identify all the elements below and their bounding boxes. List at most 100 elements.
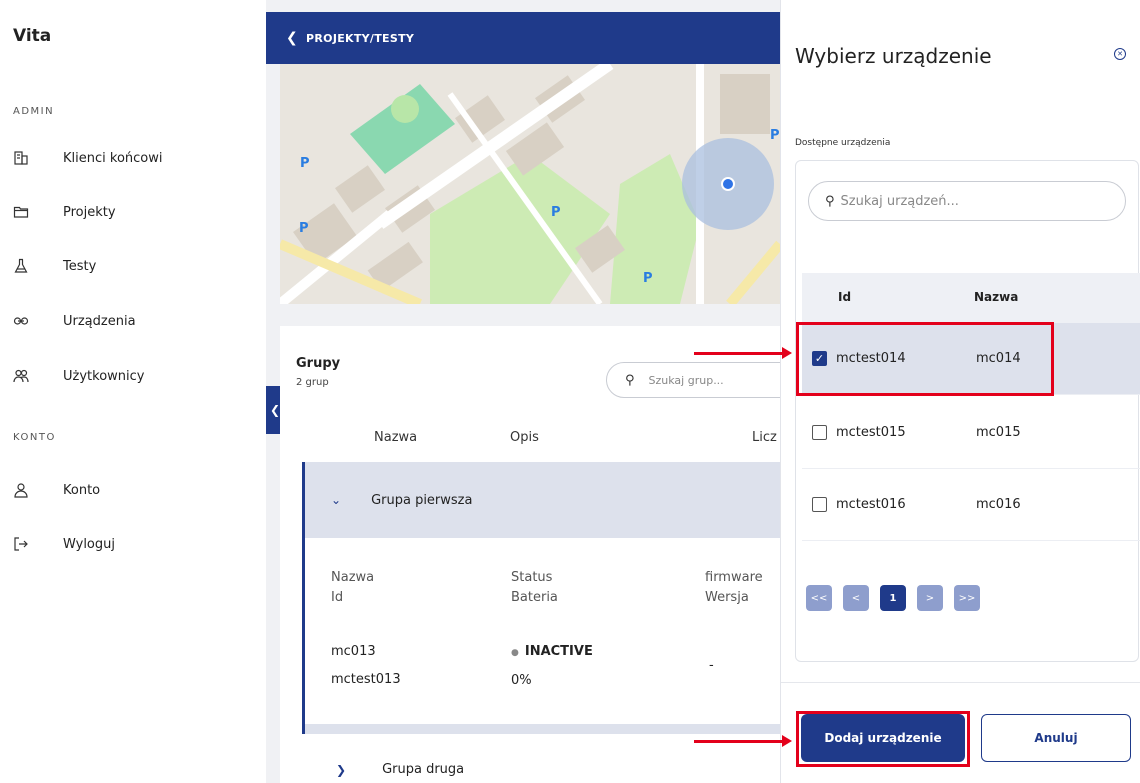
last-page-button[interactable]: >> bbox=[954, 585, 980, 611]
groups-search-input[interactable]: ⚲ Szukaj grup... bbox=[606, 362, 780, 398]
device-name: mc015 bbox=[976, 425, 1021, 440]
map-image: P P P P P bbox=[280, 64, 780, 304]
sub-header-label: Wersja bbox=[705, 590, 749, 605]
groups-title: Grupy bbox=[296, 356, 341, 371]
battery-value: 0% bbox=[511, 673, 532, 688]
devices-search-input[interactable]: ⚲ Szukaj urządzeń... bbox=[808, 181, 1126, 221]
sidebar-item-urzadzenia[interactable]: Urządzenia bbox=[13, 313, 136, 329]
users-icon bbox=[13, 368, 29, 384]
sidebar-item-wyloguj[interactable]: Wyloguj bbox=[13, 536, 115, 552]
page-1-button[interactable]: 1 bbox=[880, 585, 906, 611]
sub-header-label: firmware bbox=[705, 570, 763, 585]
flask-icon bbox=[13, 258, 29, 274]
sub-header-label: Id bbox=[331, 590, 344, 605]
column-header-id[interactable]: Id bbox=[838, 290, 851, 304]
sub-header-status: Status Bateria bbox=[511, 568, 558, 608]
app-logo: Vita bbox=[13, 26, 52, 46]
column-header-nazwa[interactable]: Nazwa bbox=[374, 430, 417, 445]
devices-search-placeholder: Szukaj urządzeń... bbox=[840, 193, 959, 209]
group-footer bbox=[302, 724, 780, 734]
cancel-button[interactable]: Anuluj bbox=[981, 714, 1131, 762]
search-icon: ⚲ bbox=[825, 193, 835, 209]
device-name: mc016 bbox=[976, 497, 1021, 512]
highlight-box-selected-row bbox=[796, 322, 1054, 396]
group-name: Grupa druga bbox=[382, 762, 465, 777]
sidebar-item-klienci[interactable]: Klienci końcowi bbox=[13, 150, 162, 166]
sub-header-label: Status bbox=[511, 570, 553, 585]
svg-text:P: P bbox=[770, 128, 780, 143]
sidebar-item-projekty[interactable]: Projekty bbox=[13, 204, 116, 220]
groups-count: 2 grup bbox=[296, 377, 329, 388]
sidebar-item-uzytkownicy[interactable]: Użytkownicy bbox=[13, 368, 144, 384]
column-header-liczba[interactable]: Licz bbox=[752, 430, 777, 445]
sub-header-firmware: firmware Wersja bbox=[705, 568, 763, 608]
device-id: mctest013 bbox=[331, 672, 401, 687]
device-id: mctest016 bbox=[836, 497, 906, 512]
svg-text:P: P bbox=[643, 271, 653, 286]
sidebar-item-label: Użytkownicy bbox=[63, 368, 145, 384]
section-title-admin: ADMIN bbox=[13, 106, 55, 117]
sidebar: Vita ADMIN Klienci końcowi Projekty Test… bbox=[0, 0, 266, 783]
sub-header-nazwa: Nazwa Id bbox=[331, 568, 374, 608]
row-checkbox[interactable] bbox=[812, 425, 827, 440]
column-header-opis[interactable]: Opis bbox=[510, 430, 539, 445]
sidebar-item-label: Konto bbox=[63, 482, 101, 498]
sidebar-item-label: Urządzenia bbox=[63, 313, 136, 329]
user-icon bbox=[13, 482, 29, 498]
row-checkbox[interactable] bbox=[812, 497, 827, 512]
sidebar-item-konto[interactable]: Konto bbox=[13, 482, 100, 498]
sub-header-label: Nazwa bbox=[331, 570, 375, 585]
groups-card: Grupy 2 grup ⚲ Szukaj grup... Nazwa Opis… bbox=[280, 326, 780, 783]
link-icon bbox=[13, 313, 29, 329]
breadcrumb[interactable]: PROJEKTY/TESTY bbox=[306, 32, 414, 45]
groups-search-placeholder: Szukaj grup... bbox=[648, 373, 724, 387]
logout-icon bbox=[13, 536, 29, 552]
pagination: << < 1 > >> bbox=[806, 585, 980, 611]
prev-page-button[interactable]: < bbox=[843, 585, 869, 611]
section-title-konto: KONTO bbox=[13, 432, 56, 443]
search-icon: ⚲ bbox=[625, 372, 635, 388]
sidebar-item-label: Wyloguj bbox=[63, 536, 115, 552]
group-name: Grupa pierwsza bbox=[371, 492, 473, 508]
sidebar-item-label: Klienci końcowi bbox=[63, 150, 163, 166]
status-badge: ● INACTIVE bbox=[511, 642, 593, 663]
sidebar-item-label: Projekty bbox=[63, 204, 116, 220]
top-bar: ❮ PROJEKTY/TESTY bbox=[266, 12, 780, 64]
device-status-battery: ● INACTIVE 0% bbox=[511, 642, 593, 691]
device-name: mc013 bbox=[331, 644, 376, 659]
group-devices-table: Nazwa Id Status Bateria firmware Wersja … bbox=[302, 538, 780, 724]
device-row[interactable]: mctest016 mc016 bbox=[802, 469, 1140, 541]
first-page-button[interactable]: << bbox=[806, 585, 832, 611]
device-row[interactable]: mctest015 mc015 bbox=[802, 397, 1140, 469]
panel-title: Wybierz urządzenie bbox=[795, 44, 992, 68]
sub-header-label: Bateria bbox=[511, 590, 558, 605]
devices-table-header: Id Nazwa bbox=[802, 273, 1140, 323]
group-row-expanded[interactable]: ⌄ Grupa pierwsza bbox=[302, 462, 780, 538]
device-id: mctest015 bbox=[836, 425, 906, 440]
chevron-right-icon[interactable]: ❯ bbox=[336, 763, 346, 777]
status-dot-icon: ● bbox=[511, 648, 519, 658]
divider bbox=[781, 682, 1140, 683]
group-row-collapsed[interactable]: ❯ Grupa druga bbox=[302, 762, 464, 777]
status-text: INACTIVE bbox=[524, 644, 593, 659]
device-name-id[interactable]: mc013 mctest013 bbox=[331, 642, 401, 690]
svg-text:P: P bbox=[300, 156, 310, 171]
building-icon bbox=[13, 150, 29, 166]
main-content: ❮ PROJEKTY/TESTY P P P P P ❮ Grupy 2 gru… bbox=[266, 0, 780, 783]
folder-icon bbox=[13, 204, 29, 220]
chevron-down-icon[interactable]: ⌄ bbox=[331, 493, 341, 507]
svg-text:P: P bbox=[551, 205, 561, 220]
column-header-nazwa[interactable]: Nazwa bbox=[974, 290, 1018, 304]
annotation-arrow bbox=[694, 347, 792, 359]
back-icon[interactable]: ❮ bbox=[286, 30, 298, 46]
map-view[interactable]: P P P P P bbox=[280, 64, 780, 304]
highlight-box-add-button bbox=[796, 711, 970, 767]
svg-text:P: P bbox=[299, 221, 309, 236]
devices-box: ⚲ Szukaj urządzeń... Id Nazwa ✓ mctest01… bbox=[795, 160, 1140, 662]
close-icon[interactable]: ✕ bbox=[1114, 48, 1126, 60]
sidebar-item-testy[interactable]: Testy bbox=[13, 258, 96, 274]
sidebar-item-label: Testy bbox=[63, 258, 97, 274]
next-page-button[interactable]: > bbox=[917, 585, 943, 611]
available-devices-label: Dostępne urządzenia bbox=[795, 138, 891, 148]
firmware-value: - bbox=[709, 658, 714, 673]
